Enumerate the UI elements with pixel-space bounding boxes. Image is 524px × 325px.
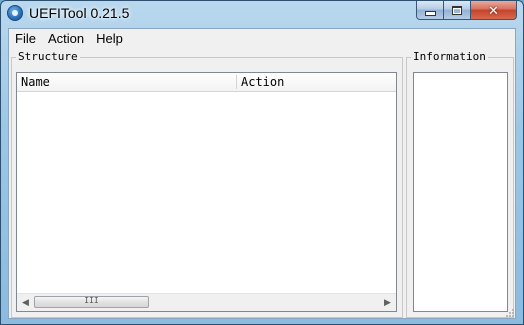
column-header-name[interactable]: Name: [21, 73, 50, 91]
information-text[interactable]: [413, 72, 508, 312]
close-icon: ✕: [488, 2, 499, 18]
column-divider[interactable]: [236, 75, 237, 89]
minimize-icon: [424, 10, 436, 16]
client-area: File Action Help Structure Name Action ◀…: [8, 28, 516, 319]
scroll-thumb[interactable]: III: [34, 296, 149, 308]
menu-action[interactable]: Action: [42, 29, 90, 48]
window-title: UEFITool 0.21.5: [29, 5, 130, 21]
maximize-button[interactable]: [444, 1, 471, 20]
size-grip-icon[interactable]: [506, 309, 514, 317]
tree-header: Name Action: [17, 73, 396, 92]
title-bar[interactable]: UEFITool 0.21.5 ✕: [1, 1, 523, 26]
app-icon[interactable]: [7, 5, 23, 21]
caption-buttons: ✕: [416, 1, 517, 21]
column-header-action[interactable]: Action: [241, 73, 284, 91]
minimize-button[interactable]: [416, 1, 444, 20]
app-window: UEFITool 0.21.5 ✕ File Action Help Struc…: [0, 0, 524, 325]
menu-bar: File Action Help: [9, 29, 515, 48]
menu-file[interactable]: File: [9, 29, 42, 48]
menu-help[interactable]: Help: [90, 29, 129, 48]
information-group: Information: [406, 50, 514, 318]
information-title: Information: [411, 50, 488, 64]
horizontal-scrollbar[interactable]: ◀ III ▶: [17, 293, 396, 311]
structure-group: Structure Name Action ◀ III ▶: [11, 50, 403, 318]
scroll-right-icon[interactable]: ▶: [379, 294, 396, 311]
scroll-left-icon[interactable]: ◀: [17, 294, 34, 311]
structure-title: Structure: [16, 50, 80, 64]
structure-tree[interactable]: Name Action ◀ III ▶: [16, 72, 397, 312]
maximize-icon: [452, 5, 462, 15]
close-button[interactable]: ✕: [471, 1, 517, 20]
